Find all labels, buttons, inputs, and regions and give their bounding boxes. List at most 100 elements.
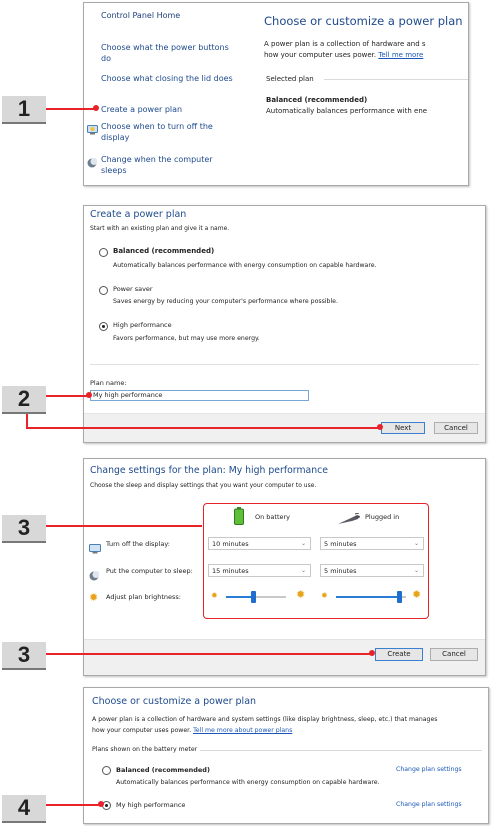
sidebar-item-closing-lid[interactable]: Choose what closing the lid does bbox=[101, 73, 236, 84]
chevron-down-icon: ⌄ bbox=[413, 540, 419, 547]
step-badge-4: 4 bbox=[2, 795, 46, 823]
page-subtitle: Choose the sleep and display settings th… bbox=[90, 482, 317, 489]
step-2-pointer-line bbox=[46, 395, 89, 397]
plan-my-high-performance-label[interactable]: My high performance bbox=[116, 801, 185, 809]
step-2-next-dot bbox=[377, 424, 383, 430]
option-power-saver-desc: Saves energy by reducing your computer's… bbox=[113, 298, 338, 305]
description-text: how your computer uses power. bbox=[92, 727, 192, 734]
turn-off-display-label: Turn off the display: bbox=[106, 540, 170, 548]
moon-icon bbox=[89, 566, 100, 581]
radio-high-performance[interactable] bbox=[99, 322, 108, 331]
change-plan-settings-my-high-link[interactable]: Change plan settings bbox=[396, 801, 462, 808]
create-power-plan-window: Create a power plan Start with an existi… bbox=[83, 205, 486, 443]
next-button[interactable]: Next bbox=[381, 422, 425, 434]
battery-icon bbox=[234, 507, 244, 525]
step-3-settings-pointer-line bbox=[46, 525, 202, 527]
tell-me-more-link[interactable]: Tell me more bbox=[378, 51, 423, 59]
selected-plan-name: Balanced (recommended) bbox=[266, 96, 368, 104]
display-icon bbox=[89, 539, 101, 554]
sidebar-item-home[interactable]: Control Panel Home bbox=[101, 11, 180, 20]
page-title: Create a power plan bbox=[90, 209, 187, 220]
create-button[interactable]: Create bbox=[375, 648, 423, 661]
power-options-window: Choose or customize a power plan A power… bbox=[83, 687, 489, 824]
option-high-performance-label[interactable]: High performance bbox=[113, 321, 172, 329]
page-subtitle: Start with an existing plan and give it … bbox=[90, 225, 230, 232]
bright-brightness-icon: ✹ bbox=[412, 588, 422, 601]
plan-name-label: Plan name: bbox=[90, 379, 127, 387]
step-3-create-pointer-line bbox=[46, 653, 372, 655]
step-4-pointer-line bbox=[46, 804, 99, 806]
plugged-in-header: Plugged in bbox=[365, 513, 400, 521]
display-battery-value: 10 minutes bbox=[212, 540, 249, 548]
step-3-create-pointer-dot bbox=[369, 650, 375, 656]
step-badge-2: 2 bbox=[2, 386, 46, 414]
slider-thumb[interactable] bbox=[397, 591, 402, 603]
radio-balanced[interactable] bbox=[102, 766, 111, 775]
description-line-2: how your computer uses power. Tell me mo… bbox=[92, 727, 292, 734]
dim-brightness-icon: ✹ bbox=[211, 591, 218, 600]
display-battery-select[interactable]: 10 minutes ⌄ bbox=[208, 537, 311, 550]
sidebar-item-turn-off-display[interactable]: Choose when to turn off the display bbox=[101, 121, 236, 143]
divider bbox=[200, 750, 482, 751]
plan-balanced-desc: Automatically balances performance with … bbox=[116, 779, 380, 786]
description-line-1: A power plan is a collection of hardware… bbox=[92, 716, 438, 723]
description-text: how your computer uses power. bbox=[264, 51, 377, 59]
brightness-plugged-slider[interactable] bbox=[336, 591, 406, 603]
display-icon bbox=[87, 120, 98, 135]
sidebar-item-create-power-plan[interactable]: Create a power plan bbox=[101, 105, 182, 114]
cancel-button[interactable]: Cancel bbox=[434, 422, 478, 434]
display-plugged-select[interactable]: 5 minutes ⌄ bbox=[320, 537, 424, 550]
step-2-connector-horizontal bbox=[26, 427, 380, 429]
cancel-button[interactable]: Cancel bbox=[430, 648, 478, 661]
tell-me-more-link[interactable]: Tell me more about power plans bbox=[193, 727, 292, 734]
option-power-saver-label[interactable]: Power saver bbox=[113, 285, 153, 293]
cancel-button-label: Cancel bbox=[444, 424, 468, 432]
step-2-pointer-dot bbox=[86, 392, 92, 398]
page-title: Choose or customize a power plan bbox=[264, 14, 463, 28]
on-battery-header: On battery bbox=[255, 513, 291, 521]
step-1-pointer-dot bbox=[93, 105, 99, 111]
sleep-plugged-value: 5 minutes bbox=[324, 567, 357, 575]
plan-balanced-label[interactable]: Balanced (recommended) bbox=[116, 766, 210, 774]
next-button-label: Next bbox=[394, 424, 412, 432]
option-balanced-label[interactable]: Balanced (recommended) bbox=[113, 247, 214, 255]
step-1-pointer-line bbox=[46, 108, 94, 110]
description-line-2: how your computer uses power. Tell me mo… bbox=[264, 51, 423, 59]
chevron-down-icon: ⌄ bbox=[413, 567, 419, 574]
sleep-battery-value: 15 minutes bbox=[212, 567, 249, 575]
option-balanced-desc: Automatically balances performance with … bbox=[113, 262, 377, 269]
brightness-battery-slider[interactable] bbox=[226, 591, 286, 603]
display-plugged-value: 5 minutes bbox=[324, 540, 357, 548]
brightness-label: Adjust plan brightness: bbox=[106, 593, 181, 601]
divider bbox=[324, 79, 468, 80]
step-2-connector-vertical bbox=[26, 414, 28, 428]
change-plan-settings-window: Change settings for the plan: My high pe… bbox=[83, 458, 486, 676]
sleep-plugged-select[interactable]: 5 minutes ⌄ bbox=[320, 564, 424, 577]
control-panel-power-options-window: Control Panel Home Choose what the power… bbox=[83, 2, 469, 186]
option-high-performance-desc: Favors performance, but may use more ene… bbox=[113, 335, 260, 342]
footer-bar bbox=[84, 639, 485, 675]
sleep-battery-select[interactable]: 15 minutes ⌄ bbox=[208, 564, 311, 577]
radio-power-saver[interactable] bbox=[99, 286, 108, 295]
sidebar-item-computer-sleeps[interactable]: Change when the computer sleeps bbox=[101, 154, 236, 176]
page-title: Change settings for the plan: My high pe… bbox=[90, 465, 328, 476]
create-button-label: Create bbox=[387, 650, 411, 658]
change-plan-settings-balanced-link[interactable]: Change plan settings bbox=[396, 766, 462, 773]
radio-balanced[interactable] bbox=[99, 248, 108, 257]
sleep-label: Put the computer to sleep: bbox=[106, 567, 193, 575]
brightness-icon: ✹ bbox=[89, 591, 99, 604]
bright-brightness-icon: ✹ bbox=[296, 588, 306, 601]
slider-fill bbox=[226, 596, 253, 598]
chevron-down-icon: ⌄ bbox=[300, 567, 306, 574]
slider-thumb[interactable] bbox=[251, 591, 256, 603]
plan-name-input[interactable]: My high performance bbox=[90, 390, 309, 401]
moon-icon bbox=[87, 153, 98, 168]
step-4-pointer-dot bbox=[98, 801, 104, 807]
sidebar-item-power-buttons[interactable]: Choose what the power buttons do bbox=[101, 42, 236, 64]
selected-plan-label: Selected plan bbox=[266, 75, 314, 83]
cancel-button-label: Cancel bbox=[442, 650, 466, 658]
step-badge-3-settings: 3 bbox=[2, 515, 46, 543]
section-label: Plans shown on the battery meter bbox=[92, 746, 198, 753]
dim-brightness-icon: ✹ bbox=[321, 591, 328, 600]
description-line-1: A power plan is a collection of hardware… bbox=[264, 40, 426, 48]
